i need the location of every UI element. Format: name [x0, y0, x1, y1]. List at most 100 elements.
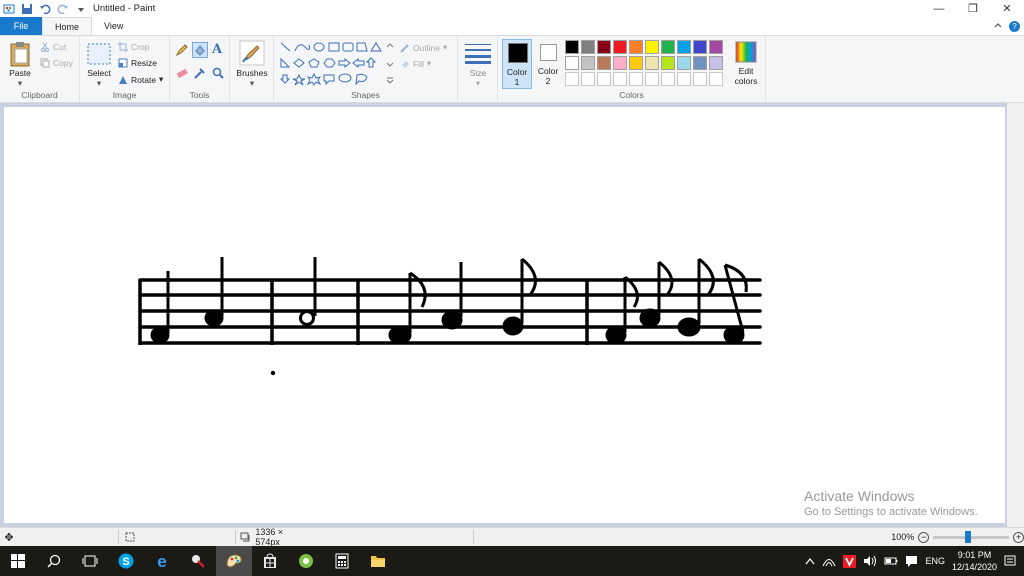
- skype-taskbar-button[interactable]: S: [108, 546, 144, 576]
- custom-color-slot-8[interactable]: [677, 72, 691, 86]
- custom-color-slot-6[interactable]: [645, 72, 659, 86]
- zoom-in-button[interactable]: +: [1013, 531, 1024, 543]
- brush-icon[interactable]: [239, 40, 265, 66]
- vertical-scrollbar[interactable]: [1007, 103, 1024, 527]
- edge-taskbar-button[interactable]: e: [144, 546, 180, 576]
- palette-row2-swatch-3[interactable]: [597, 56, 611, 70]
- minimize-button[interactable]: —: [922, 0, 956, 17]
- customize-quick-access-icon[interactable]: [75, 3, 87, 15]
- palette-row2-swatch-2[interactable]: [581, 56, 595, 70]
- snipping-tool-taskbar-button[interactable]: [180, 546, 216, 576]
- custom-color-slot-4[interactable]: [613, 72, 627, 86]
- brushes-dropdown-icon[interactable]: ▾: [230, 78, 274, 89]
- file-explorer-taskbar-button[interactable]: [360, 546, 396, 576]
- palette-row2-swatch-8[interactable]: [677, 56, 691, 70]
- store-taskbar-button[interactable]: [252, 546, 288, 576]
- drawing-canvas[interactable]: [4, 107, 1005, 523]
- resize-button[interactable]: Resize: [118, 58, 157, 68]
- color-picker-icon[interactable]: [194, 67, 206, 79]
- zoom-level: 100%: [891, 532, 915, 542]
- cut-button[interactable]: Cut: [40, 42, 66, 52]
- copy-button[interactable]: Copy: [40, 58, 73, 68]
- size-button[interactable]: Size: [458, 68, 498, 78]
- color1-button[interactable]: Color 1: [502, 39, 532, 89]
- tab-file[interactable]: File: [0, 17, 42, 35]
- notification-icon[interactable]: [905, 555, 918, 567]
- zoom-out-button[interactable]: −: [918, 531, 930, 543]
- redo-icon[interactable]: [57, 3, 69, 15]
- close-button[interactable]: ✕: [990, 0, 1024, 17]
- paste-button[interactable]: Paste: [4, 68, 36, 78]
- select-dropdown-icon[interactable]: ▾: [82, 78, 116, 89]
- tab-view[interactable]: View: [92, 17, 135, 35]
- palette-row2-swatch-9[interactable]: [693, 56, 707, 70]
- crop-button[interactable]: Crop: [118, 42, 149, 52]
- paste-dropdown-icon[interactable]: ▾: [4, 78, 36, 89]
- palette-row2-swatch-4[interactable]: [613, 56, 627, 70]
- show-hidden-icons-chevron-icon[interactable]: [805, 557, 815, 565]
- shapes-gallery[interactable]: [279, 41, 391, 87]
- select-button[interactable]: Select: [82, 68, 116, 78]
- canvas-workspace: [0, 103, 1024, 527]
- search-button[interactable]: [36, 546, 72, 576]
- outline-button[interactable]: Outline ▾: [400, 42, 447, 53]
- media-taskbar-button[interactable]: [288, 546, 324, 576]
- palette-row1-swatch-4[interactable]: [613, 40, 627, 54]
- input-language[interactable]: ENG: [925, 556, 945, 566]
- size-icon[interactable]: [465, 42, 491, 64]
- zoom-slider-thumb[interactable]: [965, 530, 972, 543]
- palette-row2-swatch-6[interactable]: [645, 56, 659, 70]
- palette-row1-swatch-10[interactable]: [709, 40, 723, 54]
- collapse-ribbon-icon[interactable]: [993, 21, 1003, 31]
- palette-row2-swatch-1[interactable]: [565, 56, 579, 70]
- custom-color-slot-3[interactable]: [597, 72, 611, 86]
- antivirus-icon[interactable]: [843, 554, 857, 568]
- palette-row1-swatch-9[interactable]: [693, 40, 707, 54]
- magnifier-icon[interactable]: [212, 67, 224, 79]
- calculator-taskbar-button[interactable]: [324, 546, 360, 576]
- custom-color-slot-7[interactable]: [661, 72, 675, 86]
- palette-row1-swatch-1[interactable]: [565, 40, 579, 54]
- custom-color-slot-5[interactable]: [629, 72, 643, 86]
- fill-button[interactable]: Fill ▾: [400, 58, 431, 69]
- shapes-scroll-icon[interactable]: [386, 42, 394, 84]
- custom-color-slot-10[interactable]: [709, 72, 723, 86]
- palette-row1-swatch-2[interactable]: [581, 40, 595, 54]
- palette-row2-swatch-10[interactable]: [709, 56, 723, 70]
- restore-button[interactable]: ❐: [956, 0, 990, 17]
- palette-row2-swatch-5[interactable]: [629, 56, 643, 70]
- custom-color-slot-1[interactable]: [565, 72, 579, 86]
- palette-row1-swatch-8[interactable]: [677, 40, 691, 54]
- rotate-button[interactable]: Rotate ▾: [118, 74, 163, 85]
- custom-color-slot-2[interactable]: [581, 72, 595, 86]
- paste-icon[interactable]: [9, 41, 31, 67]
- tab-home[interactable]: Home: [42, 17, 93, 35]
- battery-icon[interactable]: [884, 555, 898, 567]
- text-tool-icon[interactable]: A: [212, 42, 222, 57]
- start-button[interactable]: [0, 546, 36, 576]
- wifi-icon[interactable]: [822, 555, 836, 567]
- pencil-icon[interactable]: [176, 44, 188, 56]
- brushes-button[interactable]: Brushes: [230, 68, 274, 78]
- zoom-slider[interactable]: [933, 530, 1010, 543]
- palette-row2-swatch-7[interactable]: [661, 56, 675, 70]
- eraser-icon[interactable]: [176, 67, 188, 79]
- palette-row1-swatch-6[interactable]: [645, 40, 659, 54]
- action-center-icon[interactable]: [1004, 555, 1016, 567]
- clock[interactable]: 9:01 PM 12/14/2020: [952, 549, 997, 573]
- palette-row1-swatch-3[interactable]: [597, 40, 611, 54]
- help-icon[interactable]: ?: [1009, 20, 1020, 32]
- size-dropdown-icon[interactable]: ▾: [458, 78, 498, 89]
- save-icon[interactable]: [21, 3, 33, 15]
- color2-button[interactable]: Color 2: [534, 39, 562, 89]
- task-view-button[interactable]: [72, 546, 108, 576]
- custom-color-slot-9[interactable]: [693, 72, 707, 86]
- select-icon[interactable]: [87, 43, 111, 65]
- undo-icon[interactable]: [39, 3, 51, 15]
- fill-bucket-icon[interactable]: [192, 42, 208, 58]
- paint-taskbar-button[interactable]: [216, 546, 252, 576]
- volume-icon[interactable]: [863, 555, 877, 567]
- edit-colors-button[interactable]: Edit colors: [730, 39, 762, 89]
- palette-row1-swatch-7[interactable]: [661, 40, 675, 54]
- palette-row1-swatch-5[interactable]: [629, 40, 643, 54]
